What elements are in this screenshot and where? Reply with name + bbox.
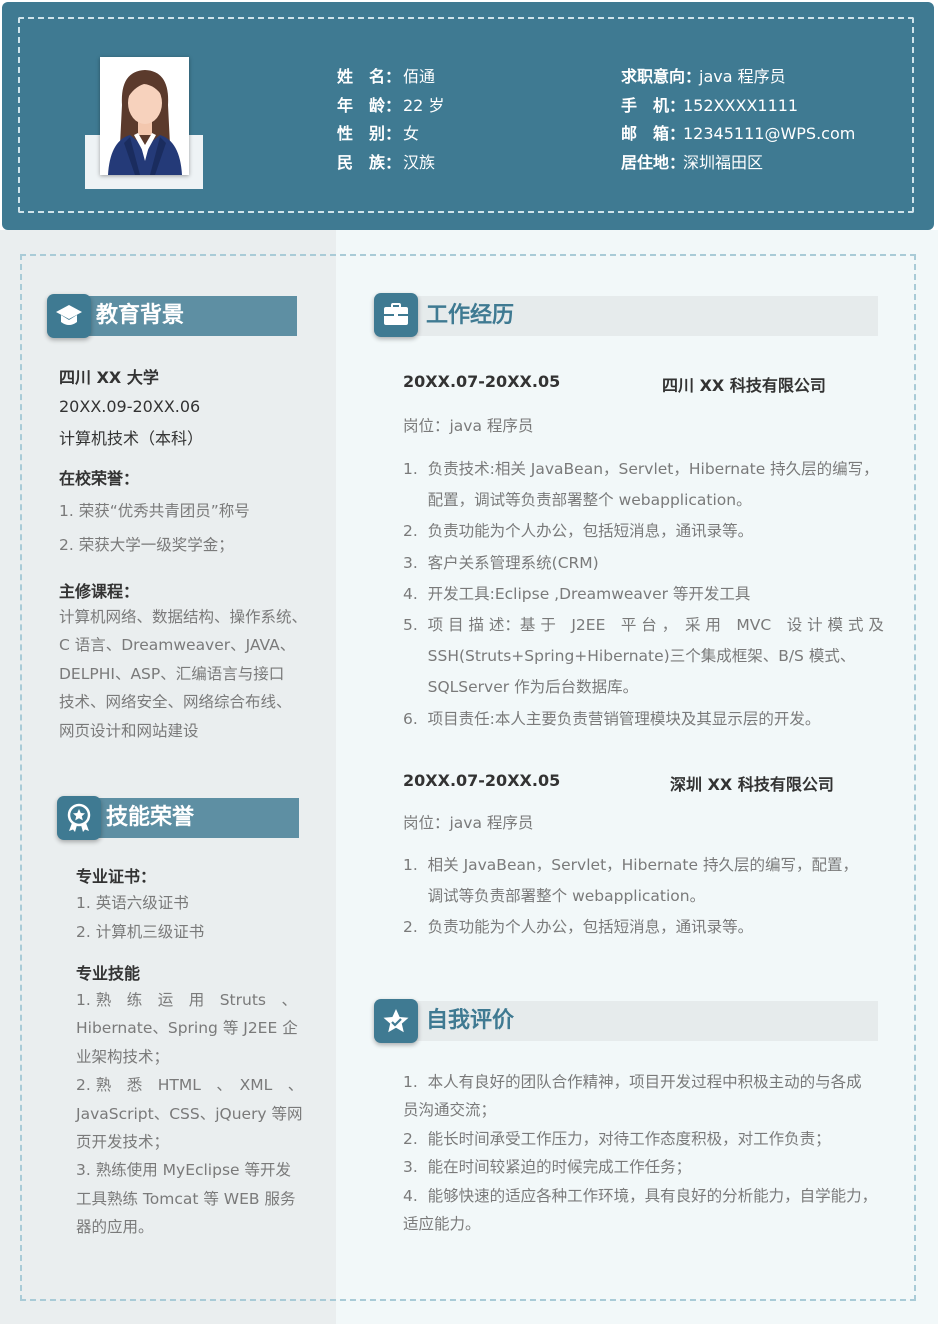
courses-line: 网页设计和网站建设 <box>59 721 199 740</box>
cert-title: 专业证书： <box>76 867 157 886</box>
job-duty-line: 2. 负责功能为个人办公，包括短消息，通讯录等。 <box>403 522 754 541</box>
self-eval-line: 1. 本人有良好的团队合作精神，项目开发过程中积极主动的与各成 <box>403 1073 862 1091</box>
job-company: 四川 XX 科技有限公司 <box>662 376 826 395</box>
profile-photo <box>100 57 189 175</box>
job-duty-line: 5. 项 目 描 述：基 于 J2EE 平 台 ， 采 用 MVC 设 计 模 … <box>403 616 884 635</box>
courses-title: 主修课程： <box>59 582 140 601</box>
skill-line: JavaScript、CSS、jQuery 等网 <box>76 1104 303 1123</box>
cert-item: 1. 英语六级证书 <box>76 894 189 912</box>
skill-line: 工具熟练 Tomcat 等 WEB 服务 <box>76 1189 296 1208</box>
self-eval-badge <box>374 999 418 1043</box>
work-section-header: 工作经历 <box>398 296 878 336</box>
self-eval-line: 4. 能够快速的适应各种工作环境，具有良好的分析能力，自学能力， <box>403 1186 878 1205</box>
job-position: 岗位：java 程序员 <box>403 814 534 832</box>
courses-line: DELPHI、ASP、汇编语言与接口 <box>59 664 285 683</box>
job-duty-line: 6. 项目责任:本人主要负责营销管理模块及其显示层的开发。 <box>403 709 821 728</box>
self-eval-line: 适应能力。 <box>403 1215 481 1234</box>
skill-line: Hibernate、Spring 等 J2EE 企 <box>76 1019 298 1038</box>
job-duties: 1. 相关 JavaBean，Servlet，Hibernate 持久层的编写，… <box>403 850 878 944</box>
self-eval-list: 1. 本人有良好的团队合作精神，项目开发过程中积极主动的与各成 员沟通交流； 2… <box>403 1068 881 1238</box>
skills-badge <box>57 796 101 840</box>
skills-section-header: 技能荣誉 <box>80 798 299 838</box>
honor-item: 2. 荣获大学一级奖学金； <box>59 536 234 554</box>
cert-item: 2. 计算机三级证书 <box>76 923 205 941</box>
education-school: 四川 XX 大学 <box>59 368 159 387</box>
honor-item: 1. 荣获“优秀共青团员”称号 <box>59 502 250 520</box>
honors-title: 在校荣誉： <box>59 469 140 488</box>
profile-gender-row: 性 别：女 <box>337 124 420 143</box>
briefcase-icon <box>384 303 408 325</box>
job-duty-line: 1. 相关 JavaBean，Servlet，Hibernate 持久层的编写，… <box>403 856 858 874</box>
profile-address-row: 居住地：深圳福田区 <box>621 152 764 172</box>
profile-name-row: 姓 名： 佰通 <box>337 67 436 86</box>
education-major: 计算机技术（本科） <box>59 429 204 448</box>
courses-list: 计算机网络、数据结构、操作系统、 C 语言、Dreamweaver、JAVA、 … <box>59 603 309 745</box>
courses-line: 计算机网络、数据结构、操作系统、 <box>59 608 308 626</box>
skill-line: 器的应用。 <box>76 1218 154 1237</box>
profile-age-row: 年 龄： 22 岁 <box>337 95 445 115</box>
job-duties: 1. 负责技术:相关 JavaBean，Servlet，Hibernate 持久… <box>403 454 884 735</box>
self-eval-section-header: 自我评价 <box>398 1001 878 1041</box>
skill-line: 业架构技术； <box>76 1047 170 1066</box>
skills-title: 技能荣誉 <box>106 805 195 830</box>
work-title: 工作经历 <box>426 303 515 328</box>
courses-line: C 语言、Dreamweaver、JAVA、 <box>59 636 296 655</box>
profile-phone-row: 手 机：152XXXX1111 <box>621 95 799 115</box>
skill-title: 专业技能 <box>76 964 141 983</box>
job-duty-line: 3. 客户关系管理系统(CRM) <box>403 553 599 572</box>
job-position: 岗位：java 程序员 <box>403 417 534 435</box>
job-duty-line: SSH(Struts+Spring+Hibernate)三个集成框架、B/S 模… <box>403 647 856 666</box>
job-duty-line: 配置，调试等负责部署整个 webapplication。 <box>403 491 752 510</box>
profile-objective-row: 求职意向：java 程序员 <box>621 67 786 86</box>
education-period: 20XX.09-20XX.06 <box>59 397 201 416</box>
education-title: 教育背景 <box>96 303 185 328</box>
skill-line: 3. 熟练使用 MyEclipse 等开发 <box>76 1161 291 1180</box>
skill-line: 2. 熟 悉 HTML 、 XML 、 <box>76 1076 304 1095</box>
job-duty-line: 调试等负责部署整个 webapplication。 <box>403 887 706 906</box>
profile-ethnicity-row: 民 族： 汉族 <box>337 152 436 172</box>
job-duty-line: 4. 开发工具:Eclipse ,Dreamweaver 等开发工具 <box>403 584 751 603</box>
job-company: 深圳 XX 科技有限公司 <box>670 775 834 794</box>
job-period: 20XX.07-20XX.05 <box>403 771 561 790</box>
work-badge <box>374 293 418 337</box>
profile-contact-info: 求职意向：java 程序员 手 机：152XXXX1111 邮 箱：123451… <box>621 63 855 177</box>
education-section-header: 教育背景 <box>72 296 297 336</box>
self-eval-line: 员沟通交流； <box>403 1101 497 1120</box>
award-ribbon-icon <box>67 803 91 832</box>
self-eval-line: 2. 能长时间承受工作压力，对待工作态度积极，对工作负责； <box>403 1129 831 1148</box>
profile-email-row: 邮 箱：12345111@WPS.com <box>621 124 856 143</box>
job-duty-line: 1. 负责技术:相关 JavaBean，Servlet，Hibernate 持久… <box>403 460 879 478</box>
graduation-cap-icon <box>56 305 82 325</box>
woman-avatar-icon <box>100 57 189 175</box>
profile-basic-info: 姓 名： 佰通 年 龄： 22 岁 性 别：女 民 族： 汉族 <box>337 63 444 177</box>
skill-line: 页开发技术； <box>76 1133 170 1152</box>
skill-line: 1. 熟 练 运 用 Struts 、 <box>76 991 297 1009</box>
job-duty-line: 2. 负责功能为个人办公，包括短消息，通讯录等。 <box>403 918 754 937</box>
job-period: 20XX.07-20XX.05 <box>403 372 561 391</box>
self-eval-title: 自我评价 <box>426 1008 515 1033</box>
skill-list: 1. 熟 练 运 用 Struts 、 Hibernate、Spring 等 J… <box>76 986 304 1242</box>
courses-line: 技术、网络安全、网络综合布线、 <box>59 693 292 712</box>
education-badge <box>47 294 91 338</box>
star-icon <box>383 1009 409 1033</box>
job-duty-line: SQLServer 作为后台数据库。 <box>403 678 639 697</box>
self-eval-line: 3. 能在时间较紧迫的时候完成工作任务； <box>403 1158 692 1177</box>
